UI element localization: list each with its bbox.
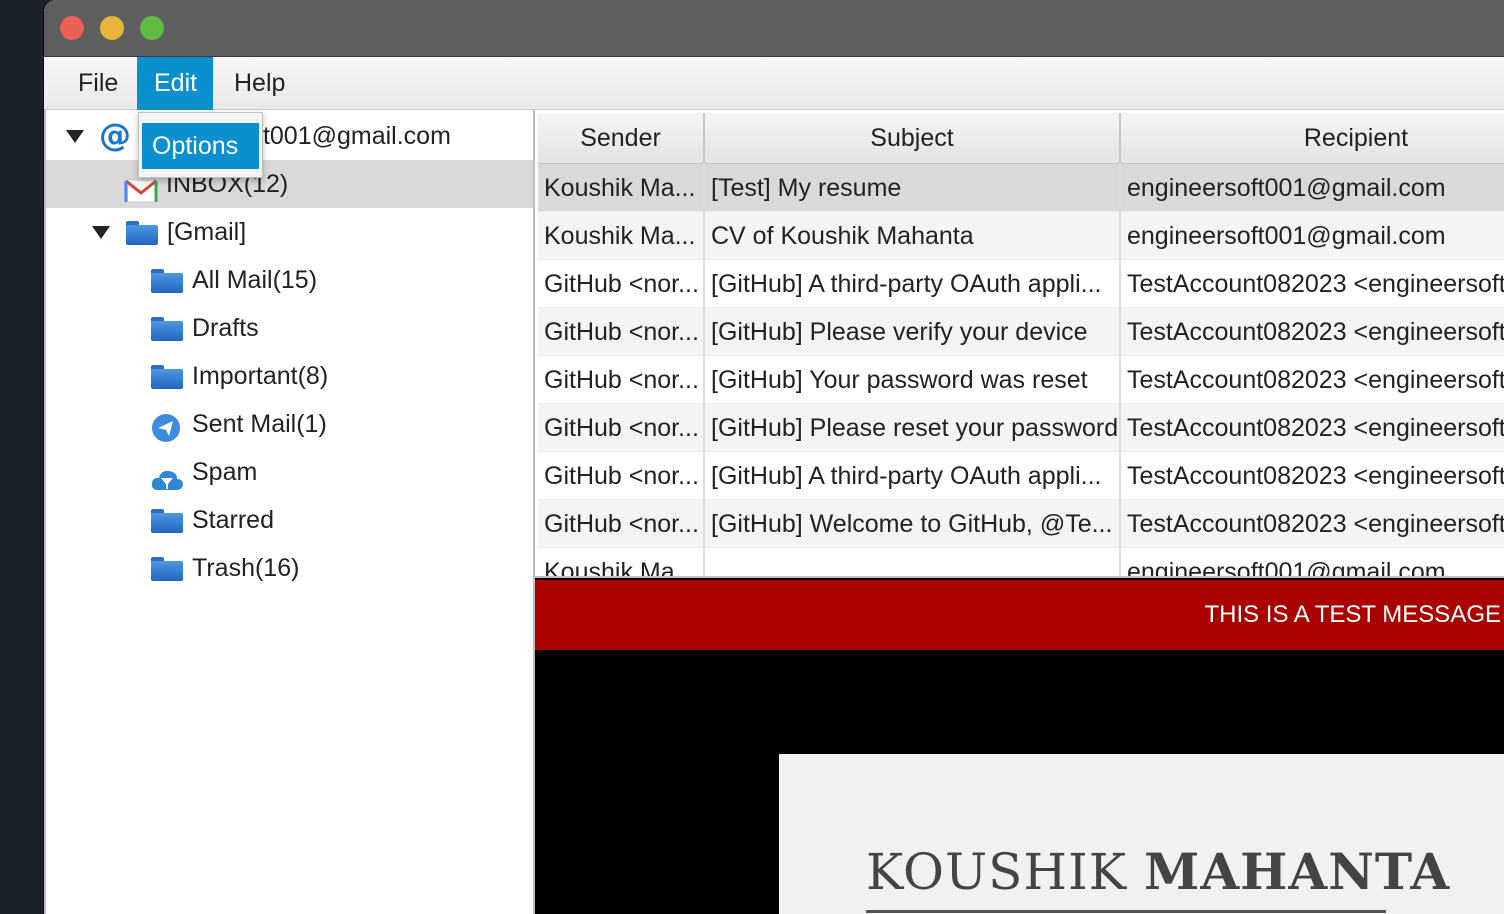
- cell-subject: [Test] My resume: [705, 164, 1121, 212]
- menu-item-options[interactable]: Options: [142, 123, 259, 169]
- column-header-sender[interactable]: Sender: [538, 113, 705, 164]
- column-header-subject[interactable]: Subject: [705, 113, 1121, 164]
- resume-last-name: MAHANTA: [1144, 842, 1451, 901]
- cell-recipient: TestAccount082023 <engineersoft: [1121, 260, 1504, 308]
- table-row[interactable]: GitHub <nor... [GitHub] A third-party OAu…: [538, 452, 1504, 500]
- cell-subject: [GitHub] Please verify your device: [705, 308, 1121, 356]
- table-row[interactable]: GitHub <nor... [GitHub] Please verify you…: [538, 308, 1504, 356]
- account-label: ft001@gmail.com: [256, 122, 451, 150]
- folder-label: Sent Mail(1): [192, 410, 327, 438]
- cell-recipient: TestAccount082023 <engineersoft: [1121, 308, 1504, 356]
- cell-sender: GitHub <nor...: [538, 404, 705, 452]
- cloud-filter-icon: [150, 460, 183, 490]
- cell-recipient: engineersoft001@gmail.com: [1121, 548, 1504, 576]
- tree-item-starred[interactable]: Starred: [46, 496, 533, 544]
- message-table: Sender Subject Recipient Koushik Ma... [T…: [535, 110, 1504, 578]
- title-bar[interactable]: [44, 0, 1504, 57]
- table-row[interactable]: GitHub <nor... [GitHub] Please reset your…: [538, 404, 1504, 452]
- tree-item-drafts[interactable]: Drafts: [46, 304, 533, 352]
- cell-subject: [GitHub] A third-party OAuth appli...: [705, 452, 1121, 500]
- cell-recipient: TestAccount082023 <engineersoft: [1121, 356, 1504, 404]
- close-window-button[interactable]: [60, 16, 84, 40]
- folder-label: Drafts: [192, 314, 259, 342]
- menu-edit[interactable]: Edit: [137, 57, 213, 110]
- table-row[interactable]: GitHub <nor... [GitHub] Welcome to GitHub…: [538, 500, 1504, 548]
- svg-text:@: @: [99, 118, 131, 152]
- cell-recipient: engineersoft001@gmail.com: [1121, 164, 1504, 212]
- folder-label: Trash(16): [192, 554, 300, 582]
- resume-divider: [866, 910, 1386, 913]
- minimize-window-button[interactable]: [100, 16, 124, 40]
- banner-text: THIS IS A TEST MESSAGE: [1204, 601, 1501, 628]
- folder-icon: [151, 557, 183, 581]
- resume-name: KOUSHIK MAHANTA: [866, 842, 1450, 901]
- folder-icon: [151, 509, 183, 533]
- tree-item-important[interactable]: Important(8): [46, 352, 533, 400]
- tree-item-gmail[interactable]: [Gmail]: [46, 208, 533, 256]
- cell-subject: CV of Koushik Mahanta: [705, 212, 1121, 260]
- menu-bar: File Edit Help: [44, 57, 1504, 110]
- edit-menu-dropdown: Options: [138, 112, 263, 178]
- cell-recipient: TestAccount082023 <engineersoft: [1121, 452, 1504, 500]
- tree-item-spam[interactable]: Spam: [46, 448, 533, 496]
- cell-subject: [GitHub] Your password was reset: [705, 356, 1121, 404]
- cell-subject: [705, 548, 1121, 576]
- tree-item-inbox[interactable]: INBOX(12): [46, 160, 533, 208]
- cell-subject: [GitHub] A third-party OAuth appli...: [705, 260, 1121, 308]
- resume-document: KOUSHIK MAHANTA: [779, 754, 1504, 914]
- cell-sender: Koushik Ma...: [538, 164, 705, 212]
- folder-label: Starred: [192, 506, 274, 534]
- table-header: Sender Subject Recipient: [538, 113, 1504, 164]
- collapse-arrow-icon[interactable]: [66, 130, 84, 143]
- paper-plane-icon: [151, 411, 183, 442]
- table-row[interactable]: Koushik Ma... CV of Koushik Mahanta engine…: [538, 212, 1504, 260]
- table-row[interactable]: GitHub <nor... [GitHub] A third-party OAu…: [538, 260, 1504, 308]
- folder-label: All Mail(15): [192, 266, 318, 294]
- tree-item-sent-mail[interactable]: Sent Mail(1): [46, 400, 533, 448]
- folder-icon: [151, 365, 183, 389]
- folder-label: Important(8): [192, 362, 329, 390]
- test-message-banner: THIS IS A TEST MESSAGE: [535, 580, 1504, 650]
- at-sign-icon: @: [98, 116, 131, 154]
- cell-sender: Koushik Ma...: [538, 548, 705, 576]
- cell-sender: GitHub <nor...: [538, 356, 705, 404]
- cell-sender: GitHub <nor...: [538, 452, 705, 500]
- cell-subject: [GitHub] Welcome to GitHub, @Te...: [705, 500, 1121, 548]
- cell-recipient: engineersoft001@gmail.com: [1121, 212, 1504, 260]
- cell-sender: Koushik Ma...: [538, 212, 705, 260]
- gmail-label: [Gmail]: [167, 218, 247, 246]
- message-preview[interactable]: THIS IS A TEST MESSAGE KOUSHIK MAHANTA: [535, 578, 1504, 914]
- menu-help[interactable]: Help: [216, 57, 303, 110]
- tree-item-trash[interactable]: Trash(16): [46, 544, 533, 592]
- column-header-recipient[interactable]: Recipient: [1121, 113, 1504, 164]
- folder-tree: @ ft001@gmail.com INBOX(12) [Gmail] All: [44, 110, 535, 914]
- folder-icon: [151, 269, 183, 293]
- collapse-arrow-icon[interactable]: [92, 226, 110, 239]
- menu-file[interactable]: File: [60, 57, 136, 110]
- cell-sender: GitHub <nor...: [538, 500, 705, 548]
- table-row[interactable]: Koushik Ma... engineersoft001@gmail.com: [538, 548, 1504, 576]
- cell-sender: GitHub <nor...: [538, 308, 705, 356]
- cell-recipient: TestAccount082023 <engineersoft: [1121, 500, 1504, 548]
- cell-sender: GitHub <nor...: [538, 260, 705, 308]
- zoom-window-button[interactable]: [140, 16, 164, 40]
- folder-icon: [126, 221, 158, 245]
- table-row[interactable]: GitHub <nor... [GitHub] Your password was…: [538, 356, 1504, 404]
- folder-icon: [151, 317, 183, 341]
- resume-first-name: KOUSHIK: [866, 843, 1128, 901]
- table-row[interactable]: Koushik Ma... [Test] My resume engineersof…: [538, 164, 1504, 212]
- tree-item-all-mail[interactable]: All Mail(15): [46, 256, 533, 304]
- folder-label: Spam: [192, 458, 258, 486]
- mail-client-window: File Edit Help Options @ ft001@gmail.com: [44, 0, 1504, 914]
- cell-subject: [GitHub] Please reset your password: [705, 404, 1121, 452]
- cell-recipient: TestAccount082023 <engineersoft: [1121, 404, 1504, 452]
- tree-item-account[interactable]: @ ft001@gmail.com: [46, 112, 533, 160]
